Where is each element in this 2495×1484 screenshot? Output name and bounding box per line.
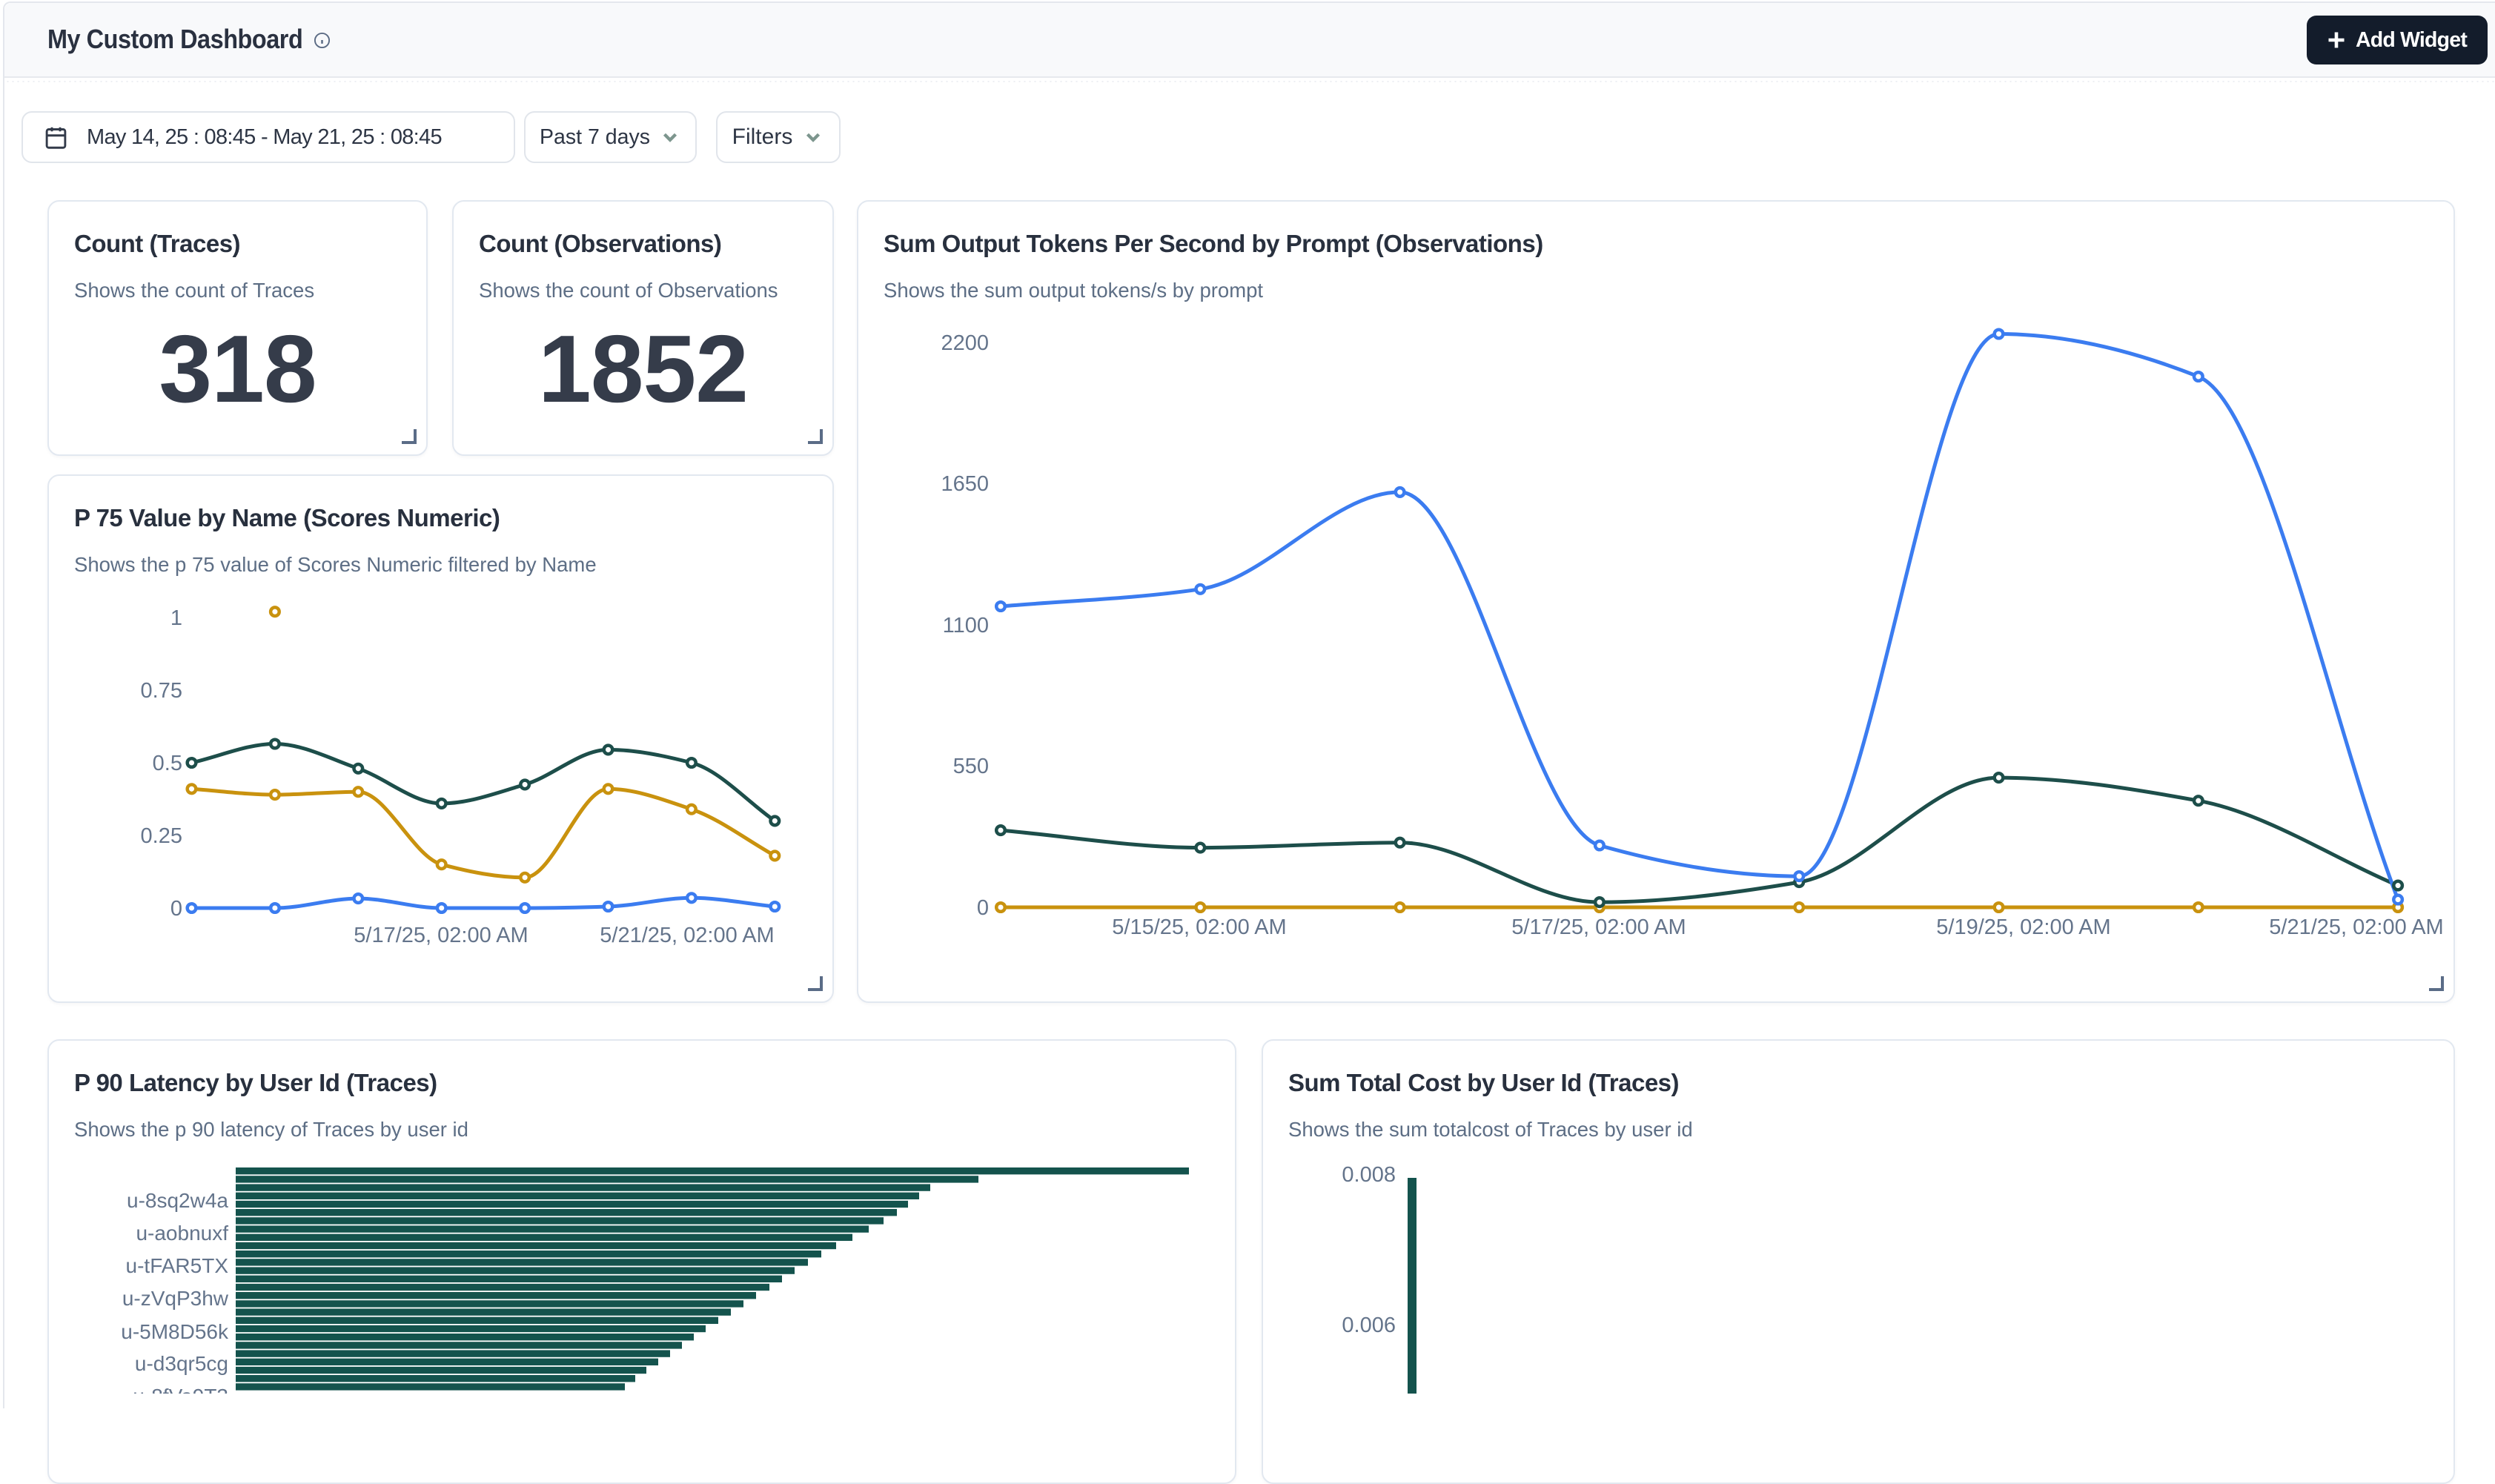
svg-text:u-tFAR5TX: u-tFAR5TX (126, 1254, 229, 1277)
svg-text:u-zVqP3hw: u-zVqP3hw (122, 1287, 229, 1310)
svg-text:2200: 2200 (941, 331, 989, 355)
svg-text:0: 0 (977, 896, 989, 920)
svg-text:1650: 1650 (941, 472, 989, 496)
svg-text:u-aobnuxf: u-aobnuxf (136, 1222, 228, 1245)
svg-text:5/17/25, 02:00 AM: 5/17/25, 02:00 AM (354, 924, 528, 947)
svg-text:0.75: 0.75 (141, 679, 182, 703)
svg-text:5/21/25, 02:00 AM: 5/21/25, 02:00 AM (2269, 915, 2443, 939)
svg-text:550: 550 (953, 755, 989, 778)
svg-text:0.008: 0.008 (1342, 1163, 1396, 1187)
svg-text:1: 1 (170, 606, 182, 630)
svg-text:1100: 1100 (943, 614, 989, 637)
svg-text:u-d3qr5cg: u-d3qr5cg (135, 1352, 228, 1375)
svg-text:5/17/25, 02:00 AM: 5/17/25, 02:00 AM (1511, 915, 1686, 939)
svg-text:0.006: 0.006 (1342, 1314, 1396, 1337)
svg-text:0.25: 0.25 (141, 824, 182, 848)
svg-text:5/15/25, 02:00 AM: 5/15/25, 02:00 AM (1112, 915, 1286, 939)
svg-text:0.5: 0.5 (153, 752, 182, 775)
svg-text:u-8sq2w4a: u-8sq2w4a (127, 1189, 228, 1212)
svg-text:5/19/25, 02:00 AM: 5/19/25, 02:00 AM (1936, 915, 2110, 939)
svg-text:5/21/25, 02:00 AM: 5/21/25, 02:00 AM (600, 924, 774, 947)
svg-text:u-5M8D56k: u-5M8D56k (121, 1320, 229, 1343)
svg-text:u-8fVa9T3: u-8fVa9T3 (133, 1385, 228, 1394)
svg-text:0: 0 (170, 897, 182, 921)
